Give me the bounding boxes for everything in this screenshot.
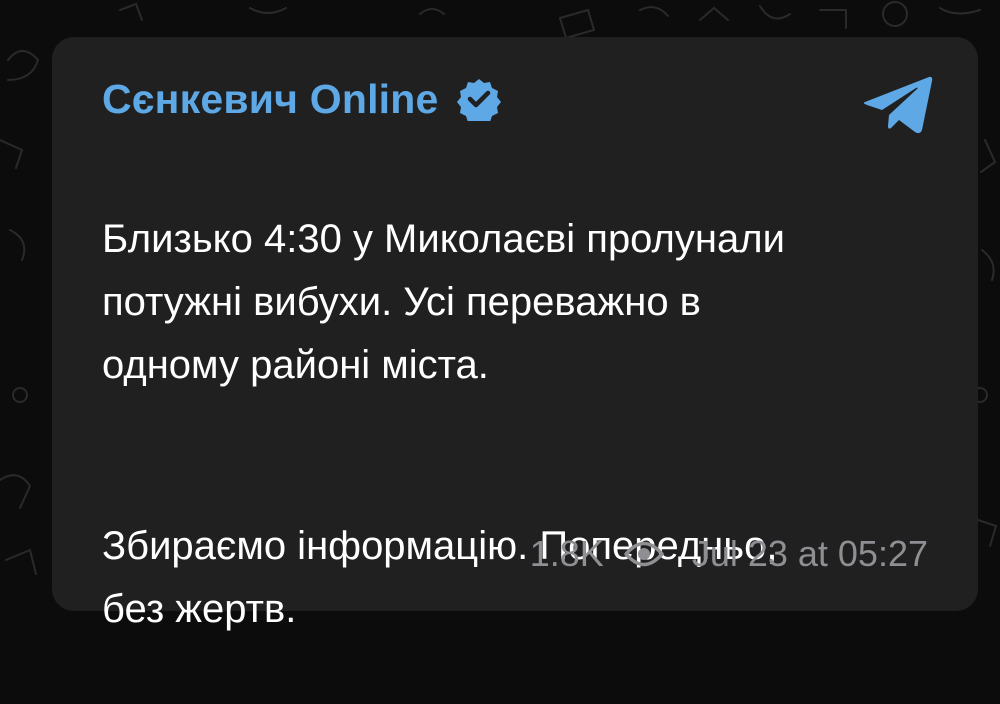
message-timestamp: Jul 23 at 05:27 (691, 533, 928, 574)
message-text: Близько 4:30 у Миколаєві пролунали потуж… (102, 145, 922, 704)
eye-icon (624, 541, 664, 567)
channel-name[interactable]: Сєнкевич Online (102, 76, 439, 123)
message-meta: 1.8K Jul 23 at 05:27 (530, 533, 928, 575)
view-count: 1.8K (529, 533, 604, 574)
verified-badge-icon (456, 79, 501, 121)
message-paragraph-1: Близько 4:30 у Миколаєві пролунали потуж… (102, 217, 785, 387)
channel-header[interactable]: Сєнкевич Online (102, 76, 501, 123)
telegram-logo-icon[interactable] (862, 75, 934, 135)
message-bubble[interactable]: Сєнкевич Online Близько 4:30 у Миколаєві… (52, 37, 978, 631)
